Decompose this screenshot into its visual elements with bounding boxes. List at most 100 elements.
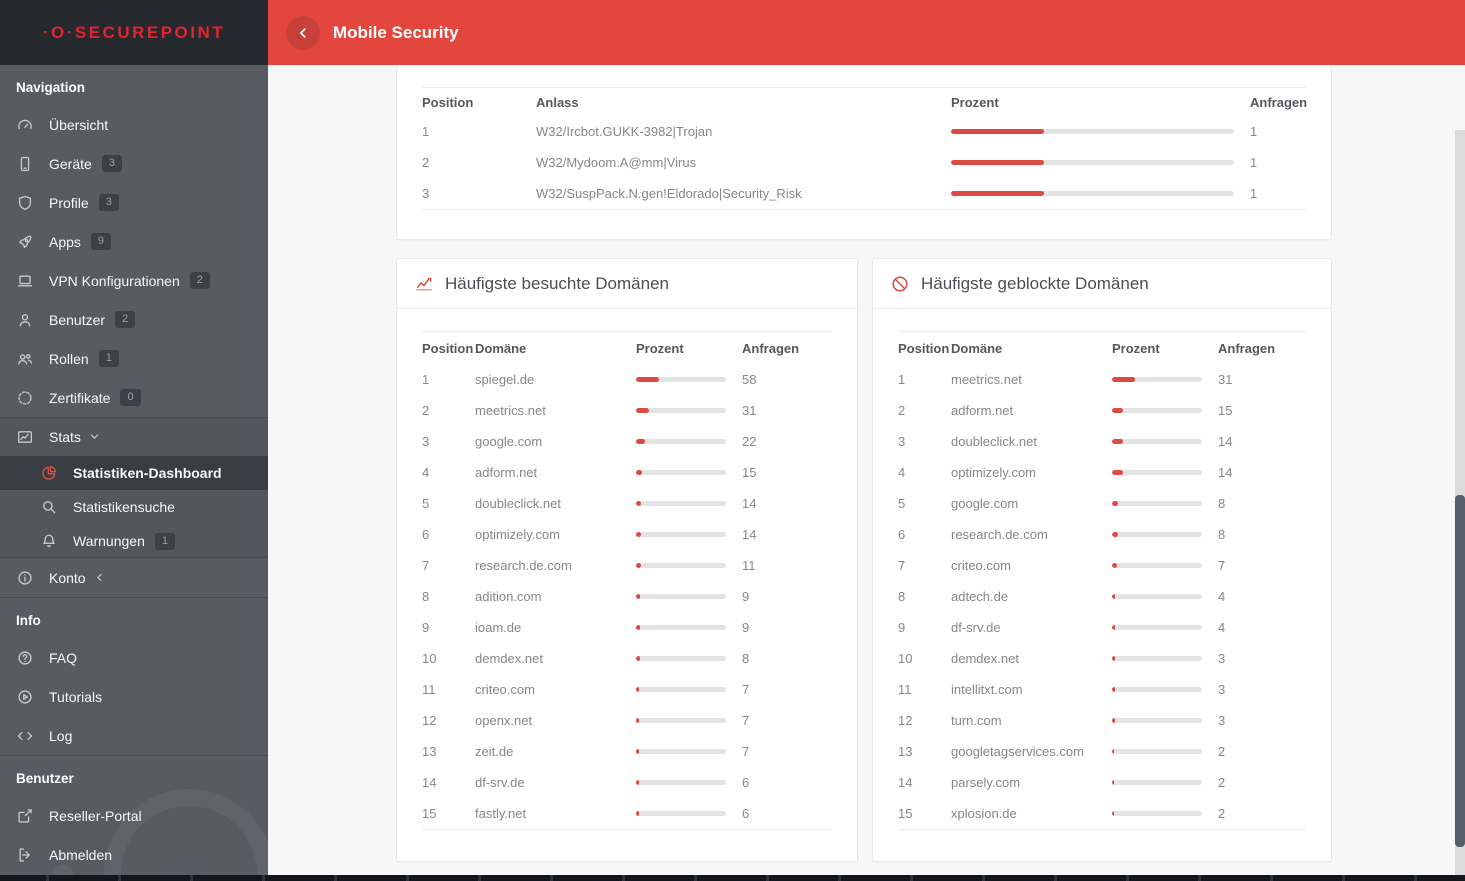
progress-bar: [636, 811, 726, 816]
progress-bar: [636, 377, 726, 382]
sidebar-item-vpn-konfigurationen[interactable]: VPN Konfigurationen 2: [0, 261, 268, 300]
scrollbar-thumb[interactable]: [1455, 495, 1465, 847]
cell-position: 8: [422, 589, 430, 604]
table-row: 3 google.com 22: [422, 426, 832, 457]
column-header: Prozent: [1112, 340, 1160, 356]
progress-bar: [636, 501, 726, 506]
progress-bar: [1112, 594, 1202, 599]
progress-bar: [951, 129, 1234, 134]
progress-bar: [1112, 501, 1202, 506]
cell-anfragen: 7: [742, 744, 750, 759]
cell-anfragen: 1: [1250, 155, 1258, 170]
progress-bar: [1112, 563, 1202, 568]
sidebar-item-apps[interactable]: Apps 9: [0, 222, 268, 261]
sidebar-item-label: Geräte: [49, 155, 92, 172]
table-row: 15 fastly.net 6: [422, 798, 832, 829]
column-header: Position: [898, 340, 950, 356]
count-badge: 2: [189, 272, 210, 289]
sidebar-item-benutzer[interactable]: Benutzer 2: [0, 300, 268, 339]
cell-domain: research.de.com: [951, 527, 1048, 542]
table-row: 6 research.de.com 8: [898, 519, 1306, 550]
back-button[interactable]: [286, 15, 320, 50]
sidebar-item-konto[interactable]: Konto: [0, 558, 268, 597]
progress-bar: [1112, 687, 1202, 692]
sidebar-item-zertifikate[interactable]: Zertifikate 0: [0, 378, 268, 417]
line-chart-icon: [414, 274, 434, 294]
progress-bar: [1112, 377, 1202, 382]
question-icon: [16, 649, 36, 667]
progress-bar: [1112, 470, 1202, 475]
pie-chart-icon: [40, 464, 60, 482]
code-icon: [16, 727, 36, 745]
shield-icon: [16, 194, 36, 212]
sidebar-item-label: Apps: [49, 233, 81, 250]
sidebar-item-übersicht[interactable]: Übersicht: [0, 105, 268, 144]
cell-anfragen: 4: [1218, 589, 1226, 604]
sidebar-item-statistikensuche[interactable]: Statistikensuche: [0, 490, 268, 524]
section-label-navigation: Navigation: [16, 80, 86, 95]
cell-anfragen: 7: [742, 713, 750, 728]
sidebar-item-rollen[interactable]: Rollen 1: [0, 339, 268, 378]
count-badge: 9: [90, 233, 112, 250]
cell-anfragen: 7: [1218, 558, 1226, 573]
cell-anfragen: 31: [742, 403, 757, 418]
page-header: Mobile Security: [268, 0, 1465, 65]
cell-position: 3: [898, 434, 906, 449]
column-header: Anlass: [536, 94, 579, 110]
sidebar-item-label: Rollen: [49, 350, 89, 367]
sidebar-item-geräte[interactable]: Geräte 3: [0, 144, 268, 183]
cell-position: 1: [422, 372, 430, 387]
sidebar-item-label: Übersicht: [49, 116, 109, 133]
cell-anfragen: 9: [742, 589, 750, 604]
cell-position: 2: [898, 403, 906, 418]
sidebar-item-faq[interactable]: FAQ: [0, 638, 268, 677]
cell-anfragen: 14: [1218, 434, 1233, 449]
sidebar-item-warnungen[interactable]: Warnungen 1: [0, 524, 268, 558]
cell-anlass: W32/Mydoom.A@mm|Virus: [536, 155, 697, 170]
chevron-down-icon: [89, 428, 109, 446]
cell-domain: adtech.de: [951, 589, 1009, 604]
sidebar-item-profile[interactable]: Profile 3: [0, 183, 268, 222]
cell-position: 5: [422, 496, 430, 511]
cell-domain: research.de.com: [475, 558, 572, 573]
sidebar: ·O·SECUREPOINT Navigation Übersicht Geräte…: [0, 0, 268, 881]
cell-domain: optimizely.com: [475, 527, 561, 542]
table-row: 10 demdex.net 8: [422, 643, 832, 674]
page-title: Mobile Security: [333, 22, 459, 42]
column-header: Anfragen: [742, 340, 800, 356]
smartphone-icon: [16, 155, 36, 173]
table-row: 2 W32/Mydoom.A@mm|Virus 1: [422, 147, 1306, 178]
cell-anfragen: 4: [1218, 620, 1226, 635]
cell-domain: ioam.de: [475, 620, 522, 635]
play-icon: [16, 688, 36, 706]
sidebar-item-log[interactable]: Log: [0, 716, 268, 755]
cell-domain: demdex.net: [475, 651, 543, 666]
table-row: 4 adform.net 15: [422, 457, 832, 488]
sidebar-item-tutorials[interactable]: Tutorials: [0, 677, 268, 716]
cell-domain: meetrics.net: [951, 372, 1022, 387]
scrollbar-track[interactable]: [1455, 130, 1465, 881]
table-row: 5 google.com 8: [898, 488, 1306, 519]
cell-domain: turn.com: [951, 713, 1002, 728]
progress-bar: [636, 718, 726, 723]
cell-position: 7: [898, 558, 906, 573]
progress-bar: [951, 160, 1234, 165]
cell-position: 12: [422, 713, 437, 728]
sidebar-item-label: Warnungen: [73, 533, 145, 549]
cell-anfragen: 3: [1218, 682, 1226, 697]
table-row: 12 openx.net 7: [422, 705, 832, 736]
cell-domain: criteo.com: [475, 682, 535, 697]
sidebar-item-statistiken-dashboard[interactable]: Statistiken-Dashboard: [0, 456, 268, 490]
cell-domain: googletagservices.com: [951, 744, 1084, 759]
progress-bar: [1112, 780, 1202, 785]
sidebar-item-label: Profile: [49, 194, 89, 211]
laptop-icon: [16, 272, 36, 290]
progress-bar: [636, 749, 726, 754]
cell-position: 11: [422, 682, 436, 697]
sidebar-item-label: Benutzer: [49, 311, 106, 328]
progress-bar: [636, 780, 726, 785]
gauge-icon: [16, 116, 36, 134]
securepoint-logo[interactable]: ·O·SECUREPOINT: [0, 0, 268, 65]
table-row: 8 adition.com 9: [422, 581, 832, 612]
sidebar-item-stats[interactable]: Stats: [0, 417, 268, 456]
